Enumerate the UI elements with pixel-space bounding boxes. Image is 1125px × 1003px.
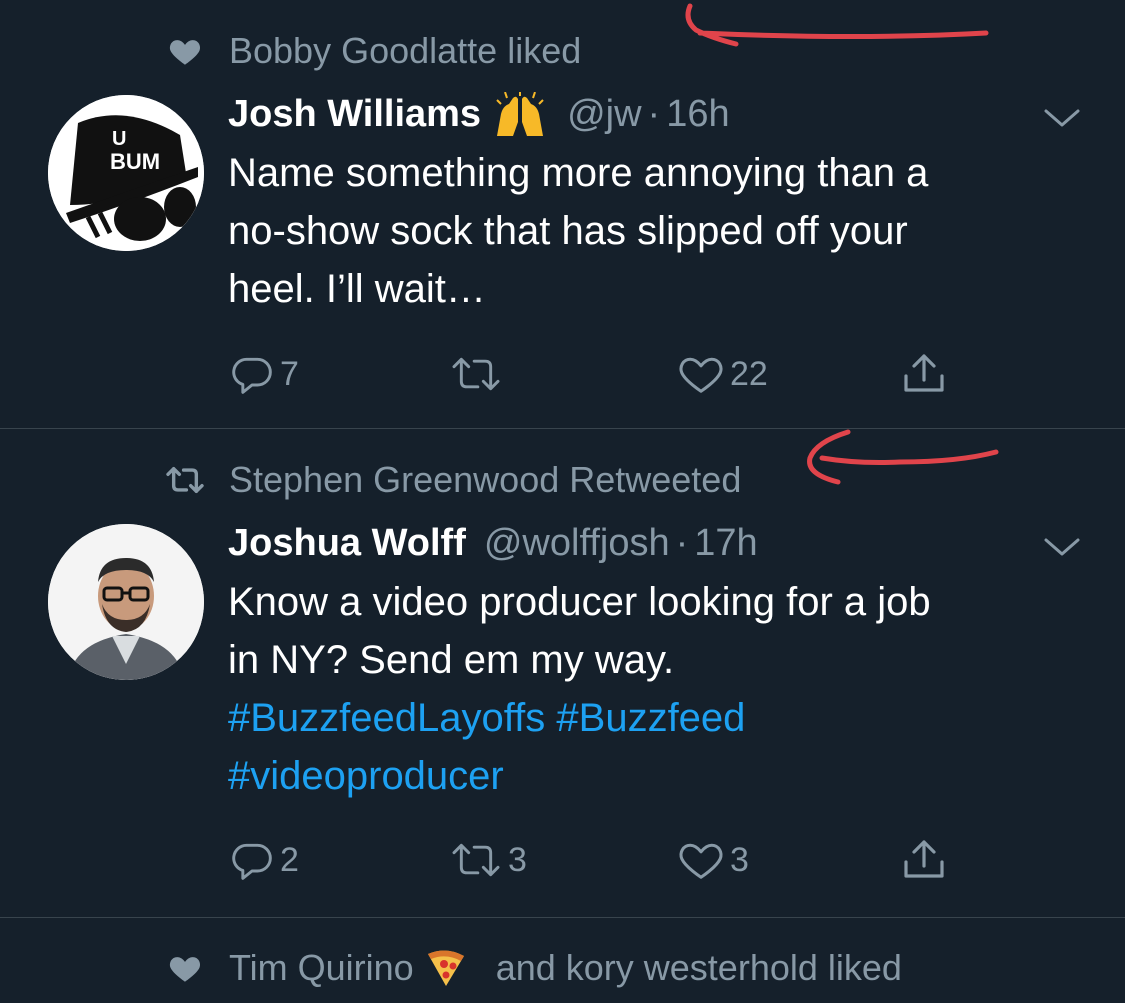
chevron-down-icon[interactable] xyxy=(1042,532,1082,562)
share-icon xyxy=(904,354,944,392)
divider xyxy=(0,917,1125,918)
like-button[interactable]: 22 xyxy=(678,349,768,399)
hashtag-line: #BuzzfeedLayoffs #Buzzfeed xyxy=(228,689,1088,747)
retweet-button[interactable]: 3 xyxy=(450,835,527,885)
tweet-actions: 7 22 xyxy=(228,349,968,399)
share-button[interactable] xyxy=(900,835,948,885)
social-context: Tim Quirino and kory westerhold liked xyxy=(165,947,902,988)
context-text: and kory westerhold liked xyxy=(495,947,902,988)
tweet-text-line: in NY? Send em my way. xyxy=(228,638,675,682)
reply-button[interactable]: 7 xyxy=(230,349,299,399)
like-button[interactable]: 3 xyxy=(678,835,749,885)
tweet-time[interactable]: 17h xyxy=(694,522,757,565)
avatar[interactable] xyxy=(48,524,204,680)
tweet-header: Joshua Wolff @wolffjosh · 17h xyxy=(228,519,758,567)
tweet-text-line: heel. I’ll wait… xyxy=(228,267,486,311)
reply-icon xyxy=(232,357,272,394)
heart-outline-icon xyxy=(679,843,723,879)
raising-hands-emoji xyxy=(491,92,549,136)
retweet-icon xyxy=(452,843,500,877)
svg-text:U: U xyxy=(112,128,126,150)
social-context: Stephen Greenwood Retweeted xyxy=(165,459,742,500)
author-handle[interactable]: @wolffjosh xyxy=(484,522,670,565)
reply-icon xyxy=(232,843,272,880)
separator-dot: · xyxy=(675,521,689,564)
context-text: Stephen Greenwood Retweeted xyxy=(229,459,742,500)
social-context: Bobby Goodlatte liked xyxy=(165,30,582,71)
tweet-actions: 2 3 3 xyxy=(228,835,968,885)
tweet-joshua-wolff[interactable]: Stephen Greenwood Retweeted Joshua Wolff… xyxy=(0,429,1125,917)
tweet-header: Josh Williams @jw · 16h xyxy=(228,90,730,138)
reply-count: 2 xyxy=(280,840,299,879)
author-name[interactable]: Joshua Wolff xyxy=(228,522,466,565)
share-icon xyxy=(904,840,944,878)
hashtag-link[interactable]: #videoproducer xyxy=(228,754,504,798)
author-handle[interactable]: @jw xyxy=(567,93,641,136)
tweet-text-line: no-show sock that has slipped off your xyxy=(228,209,908,253)
retweet-count: 3 xyxy=(508,840,527,879)
pizza-emoji xyxy=(424,948,466,988)
svg-text:BUM: BUM xyxy=(110,149,160,174)
heart-icon xyxy=(165,31,205,71)
hashtag-link[interactable]: #BuzzfeedLayoffs xyxy=(228,696,545,740)
like-count: 22 xyxy=(730,354,768,393)
like-count: 3 xyxy=(730,840,749,879)
reply-button[interactable]: 2 xyxy=(230,835,299,885)
context-name: Tim Quirino xyxy=(229,947,414,988)
tweet-time[interactable]: 16h xyxy=(666,93,729,136)
retweet-icon xyxy=(165,460,205,500)
chevron-down-icon[interactable] xyxy=(1042,103,1082,133)
tweet-text: Name something more annoying than a no-s… xyxy=(228,144,1088,318)
tweet-josh-williams[interactable]: Bobby Goodlatte liked U BUM Josh William… xyxy=(0,0,1125,428)
retweet-icon xyxy=(452,357,500,391)
reply-count: 7 xyxy=(280,354,299,393)
retweet-button[interactable] xyxy=(450,349,508,399)
tweet-text-line: Name something more annoying than a xyxy=(228,151,929,195)
avatar[interactable]: U BUM xyxy=(48,95,204,251)
context-text: Bobby Goodlatte liked xyxy=(229,30,582,71)
separator-dot: · xyxy=(647,92,661,135)
hashtag-link[interactable]: #Buzzfeed xyxy=(556,696,745,740)
heart-outline-icon xyxy=(679,357,723,393)
tweet-text: Know a video producer looking for a job … xyxy=(228,573,1088,805)
author-name[interactable]: Josh Williams xyxy=(228,93,481,136)
heart-icon xyxy=(165,948,205,988)
share-button[interactable] xyxy=(900,349,948,399)
hashtag-line: #videoproducer xyxy=(228,747,1088,805)
tweet-text-line: Know a video producer looking for a job xyxy=(228,580,931,624)
